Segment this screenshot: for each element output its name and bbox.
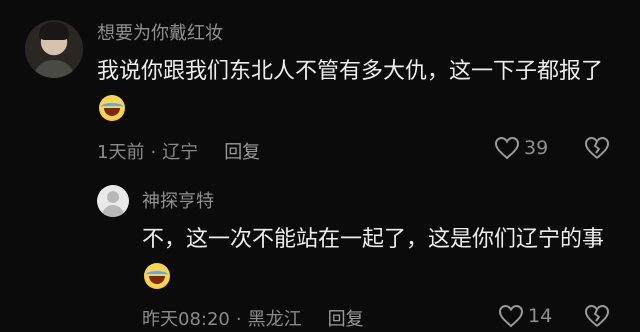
dislike-button[interactable] (584, 136, 610, 164)
like-count: 39 (524, 137, 549, 159)
dislike-button[interactable] (584, 304, 610, 332)
comment-text: 不，这一次不能站在一起了，这是你们辽宁的事 (142, 220, 612, 298)
comment-location: 辽宁 (162, 142, 199, 163)
comment-meta: 1天前 · 辽宁 回复 (97, 138, 260, 164)
heart-icon (498, 304, 524, 328)
crying-laughing-emoji-icon (99, 95, 125, 121)
meta-separator: · (150, 142, 157, 163)
crying-laughing-emoji-icon (144, 263, 170, 289)
comment-text-content: 我说你跟我们东北人不管有多大仇，这一下子都报了 (97, 59, 604, 84)
comment-time: 1天前 (97, 142, 145, 163)
comment-item: 想要为你戴红妆 我说你跟我们东北人不管有多大仇，这一下子都报了 1天前 · 辽宁 回复… (0, 0, 640, 175)
avatar[interactable] (25, 20, 83, 78)
comment-text: 我说你跟我们东北人不管有多大仇，这一下子都报了 (97, 52, 617, 130)
heart-icon (494, 136, 520, 160)
reply-item: 神探亨特 不，这一次不能站在一起了，这是你们辽宁的事 昨天08:20 · 黑龙江 回复… (0, 175, 640, 330)
comment-username[interactable]: 神探亨特 (142, 187, 214, 213)
comment-text-content: 不，这一次不能站在一起了，这是你们辽宁的事 (142, 227, 605, 252)
like-button[interactable]: 39 (494, 136, 548, 160)
like-button[interactable]: 14 (498, 304, 552, 328)
comment-meta: 昨天08:20 · 黑龙江 回复 (142, 305, 364, 331)
like-count: 14 (528, 305, 553, 327)
reply-button[interactable]: 回复 (224, 142, 260, 163)
broken-heart-icon (585, 304, 610, 327)
avatar[interactable] (97, 185, 129, 217)
broken-heart-icon (585, 136, 610, 159)
comment-username[interactable]: 想要为你戴红妆 (97, 19, 223, 45)
